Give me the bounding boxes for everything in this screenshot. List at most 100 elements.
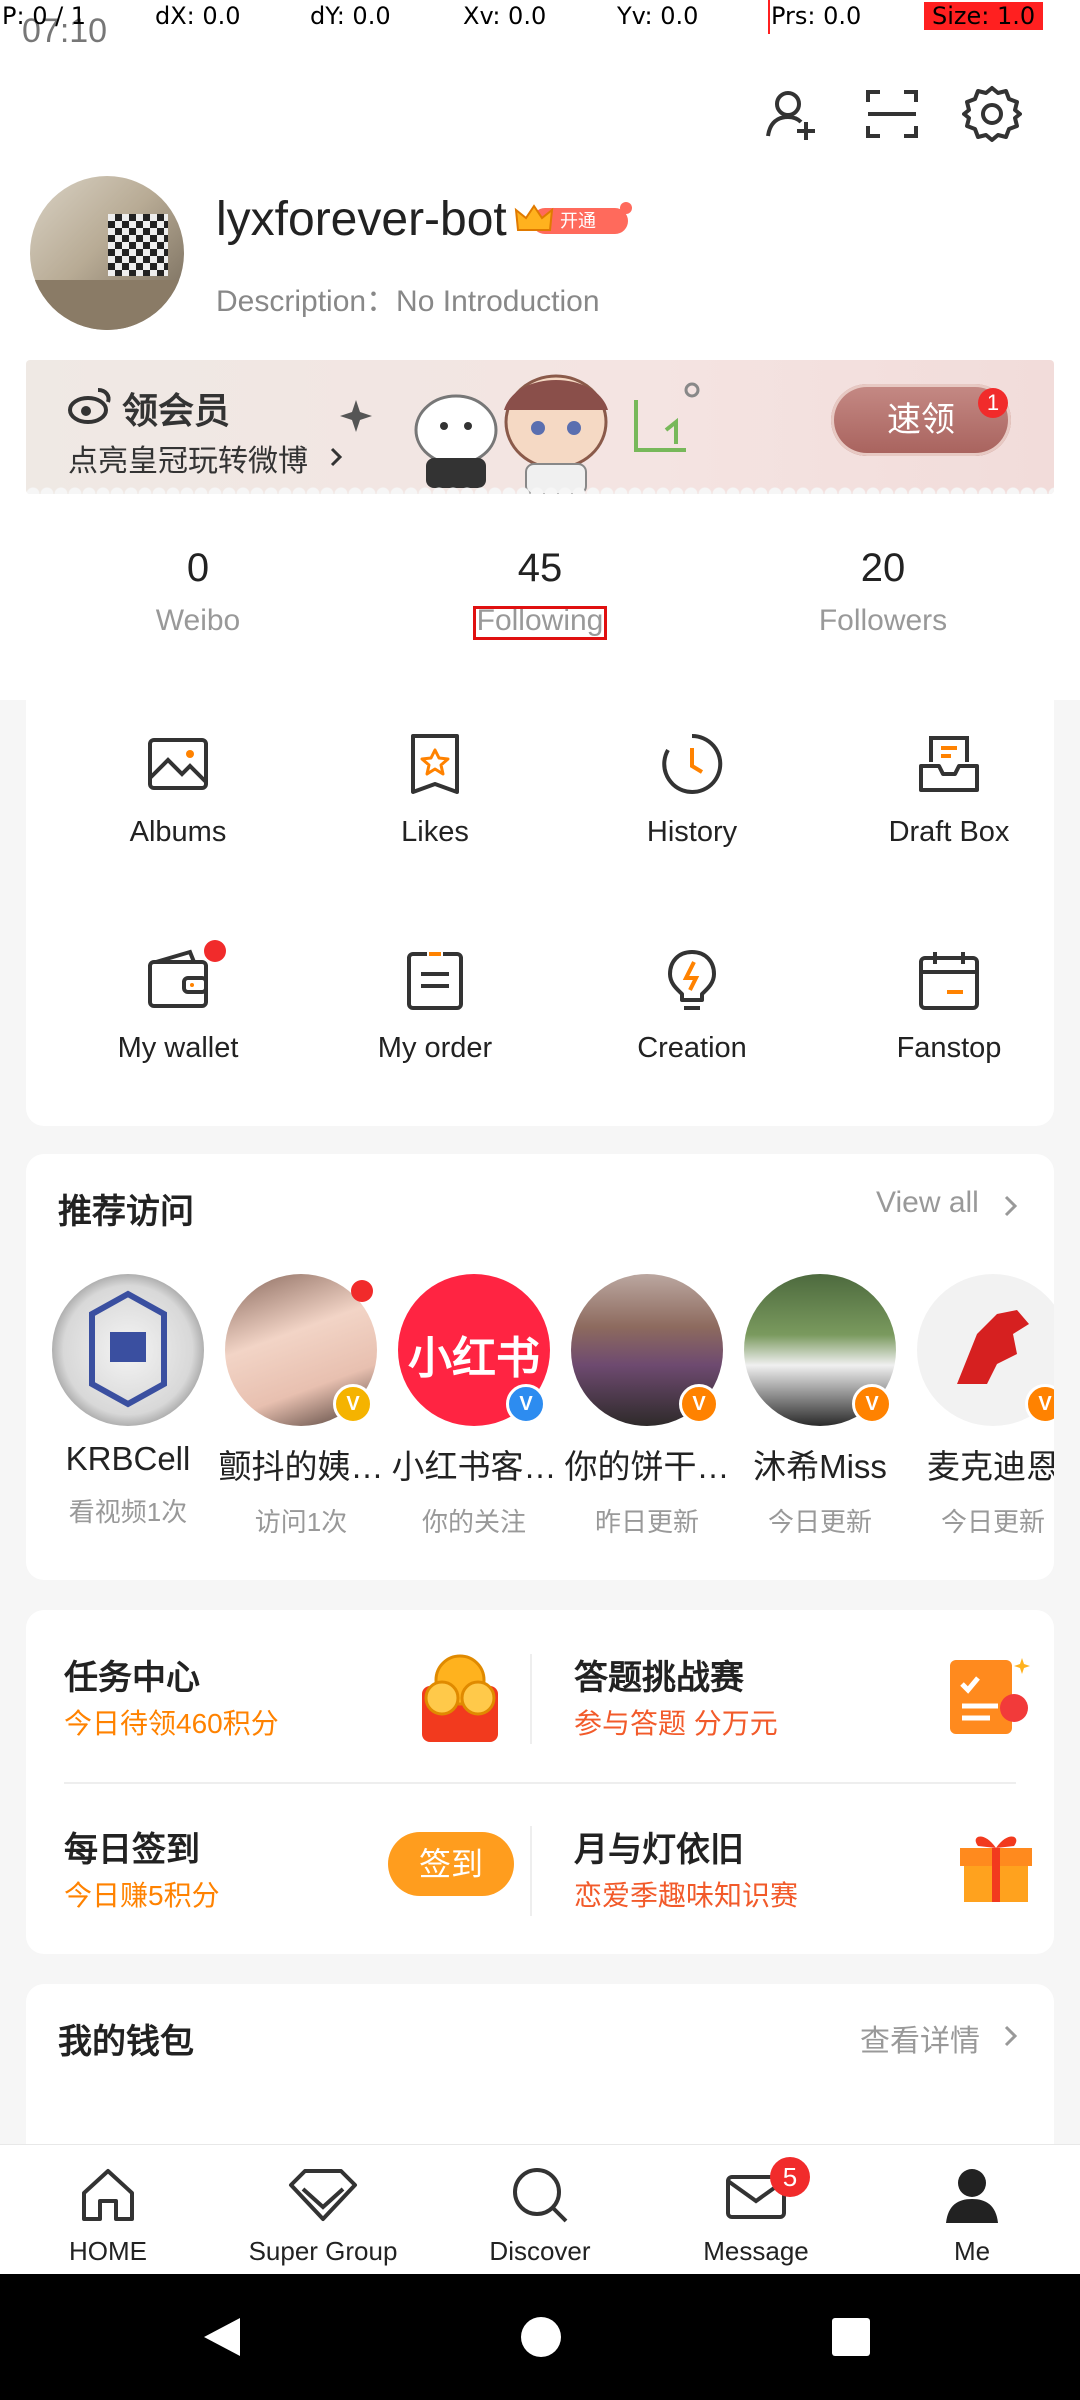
recents-icon[interactable] (830, 2316, 872, 2358)
recommend-sub: 看视频1次 (68, 1497, 188, 1527)
settings-gear-icon[interactable] (962, 84, 1022, 144)
weibo-count[interactable]: 0 (78, 546, 318, 591)
chevron-right-icon[interactable] (1002, 2024, 1020, 2048)
person-icon (946, 2169, 998, 2223)
nav-message-label: Message (703, 2236, 809, 2266)
nav-discover[interactable]: Discover (440, 2165, 640, 2267)
vip-badge-label: 开通 (560, 211, 596, 231)
following-highlight-box (473, 606, 607, 640)
my-wallet-button[interactable]: My wallet (68, 940, 288, 1065)
debug-size: Size: 1.0 (924, 2, 1044, 30)
home-circle-icon[interactable] (518, 2314, 564, 2360)
verified-badge-icon: V (852, 1384, 892, 1424)
history-button[interactable]: History (582, 732, 802, 849)
recommend-name: 你的饼干… (564, 1448, 730, 1485)
recommend-sub: 访问1次 (254, 1507, 348, 1537)
recommend-name: 小红书客… (391, 1448, 557, 1485)
search-icon (513, 2168, 568, 2223)
draft-box-label: Draft Box (888, 816, 1010, 848)
coin-bag-icon (422, 1654, 498, 1742)
clock-icon (662, 733, 723, 794)
star-bookmark-icon (411, 734, 459, 794)
back-icon[interactable] (200, 2314, 246, 2360)
message-count-badge: 5 (770, 2157, 810, 2197)
debug-overlay: P: 0 / 1 dX: 0.0 dY: 0.0 Xv: 0.0 Yv: 0.0… (0, 0, 1080, 34)
system-navigation-bar (0, 2274, 1080, 2400)
wallet-details-link[interactable]: 查看详情 (860, 2016, 980, 2060)
followers-count[interactable]: 20 (763, 546, 1003, 591)
history-label: History (646, 816, 738, 848)
lantern-quiz-entry[interactable]: 月与灯依旧 恋爱季趣味知识赛 (534, 1782, 1054, 1954)
profile-avatar[interactable] (30, 176, 184, 330)
my-order-label: My order (377, 1032, 493, 1064)
order-list-icon (407, 951, 463, 1010)
recommend-sub: 今日更新 (940, 1507, 1045, 1537)
debug-dy: dY: 0.0 (310, 2, 391, 30)
nav-home[interactable]: HOME (8, 2165, 208, 2267)
avatar-floor (30, 280, 184, 330)
chevron-right-icon[interactable] (1002, 1194, 1020, 1218)
banner-scallop-edge (26, 480, 1054, 494)
fanstop-button[interactable]: Fanstop (839, 948, 1059, 1065)
avatar-checkerboard (108, 214, 168, 276)
recommend-item[interactable]: KRBCell 看视频1次 (42, 1274, 214, 1529)
recommend-sub: 今日更新 (767, 1507, 872, 1537)
image-icon (148, 738, 208, 790)
checkin-sub: 今日赚5积分 (64, 1880, 220, 1911)
recommend-name: KRBCell (65, 1440, 191, 1477)
recommend-item[interactable]: V 颤抖的姨… 访问1次 (215, 1274, 387, 1539)
scan-icon[interactable] (862, 84, 922, 144)
username[interactable]: lyxforever-bot (216, 192, 507, 247)
recommend-item[interactable]: V 沐希Miss 今日更新 (734, 1274, 906, 1539)
recommend-card: 推荐访问 View all KRBCell 看视频1次 V 颤抖的姨… 访问1次… (26, 1154, 1054, 1580)
draft-box-button[interactable]: Draft Box (839, 732, 1059, 849)
checkin-button[interactable]: 签到 (388, 1832, 514, 1896)
nav-discover-label: Discover (489, 2236, 591, 2266)
gift-box-icon (960, 1836, 1032, 1902)
task-divider (530, 1826, 532, 1916)
albums-label: Albums (129, 816, 227, 848)
debug-xv: Xv: 0.0 (463, 2, 547, 30)
nav-super-group[interactable]: Super Group (223, 2165, 423, 2267)
home-icon (82, 2169, 134, 2221)
recommend-title: 推荐访问 (58, 1193, 194, 1231)
nav-me[interactable]: Me (872, 2165, 1072, 2267)
debug-prs: Prs: 0.0 (771, 2, 862, 30)
vip-banner[interactable]: 领会员 点亮皇冠玩转微博 速领 1 (26, 360, 1054, 494)
recommend-sub: 你的关注 (421, 1507, 526, 1537)
nav-home-label: HOME (69, 2236, 147, 2266)
recommend-sub: 昨日更新 (594, 1507, 699, 1537)
recommend-avatar: V (571, 1274, 723, 1426)
nav-me-label: Me (953, 2236, 991, 2266)
recommend-item[interactable]: V 你的饼干… 昨日更新 (561, 1274, 733, 1539)
debug-yv: Yv: 0.0 (617, 2, 699, 30)
debug-dx: dX: 0.0 (155, 2, 241, 30)
wallet-icon (148, 949, 208, 1008)
fanstop-label: Fanstop (896, 1032, 1002, 1064)
recommend-name: 麦克迪恩 (927, 1448, 1054, 1485)
likes-button[interactable]: Likes (325, 732, 545, 849)
inbox-icon (919, 736, 979, 792)
task-center-entry[interactable]: 任务中心 今日待领460积分 (26, 1610, 526, 1780)
vip-crown-badge[interactable]: 开通 (514, 200, 634, 240)
recommend-item[interactable]: 小红书 V 小红书客… 你的关注 (388, 1274, 560, 1539)
albums-button[interactable]: Albums (68, 732, 288, 849)
quiz-entry[interactable]: 答题挑战赛 参与答题 分万元 (534, 1610, 1054, 1780)
task-divider (530, 1654, 532, 1744)
nav-message[interactable]: 5 Message (656, 2157, 856, 2267)
my-order-button[interactable]: My order (325, 948, 545, 1065)
creation-button[interactable]: Creation (582, 948, 802, 1065)
verified-badge-icon: V (506, 1384, 546, 1424)
following-count[interactable]: 45 (420, 546, 660, 591)
recommend-avatar: V (225, 1274, 377, 1426)
weibo-label[interactable]: Weibo (78, 604, 318, 638)
followers-label[interactable]: Followers (763, 604, 1003, 638)
recommend-item[interactable]: V 麦克迪恩 今日更新 (907, 1274, 1054, 1539)
recommend-list: KRBCell 看视频1次 V 颤抖的姨… 访问1次 小红书 V 小红书客… 你… (26, 1274, 1054, 1574)
lantern-sub: 恋爱季趣味知识赛 (574, 1880, 799, 1911)
recommend-avatar (52, 1274, 204, 1426)
debug-pointer: P: 0 / 1 (2, 2, 87, 30)
recommend-avatar: V (917, 1274, 1054, 1426)
add-friend-icon[interactable] (762, 84, 822, 144)
view-all-link[interactable]: View all (876, 1186, 979, 1220)
